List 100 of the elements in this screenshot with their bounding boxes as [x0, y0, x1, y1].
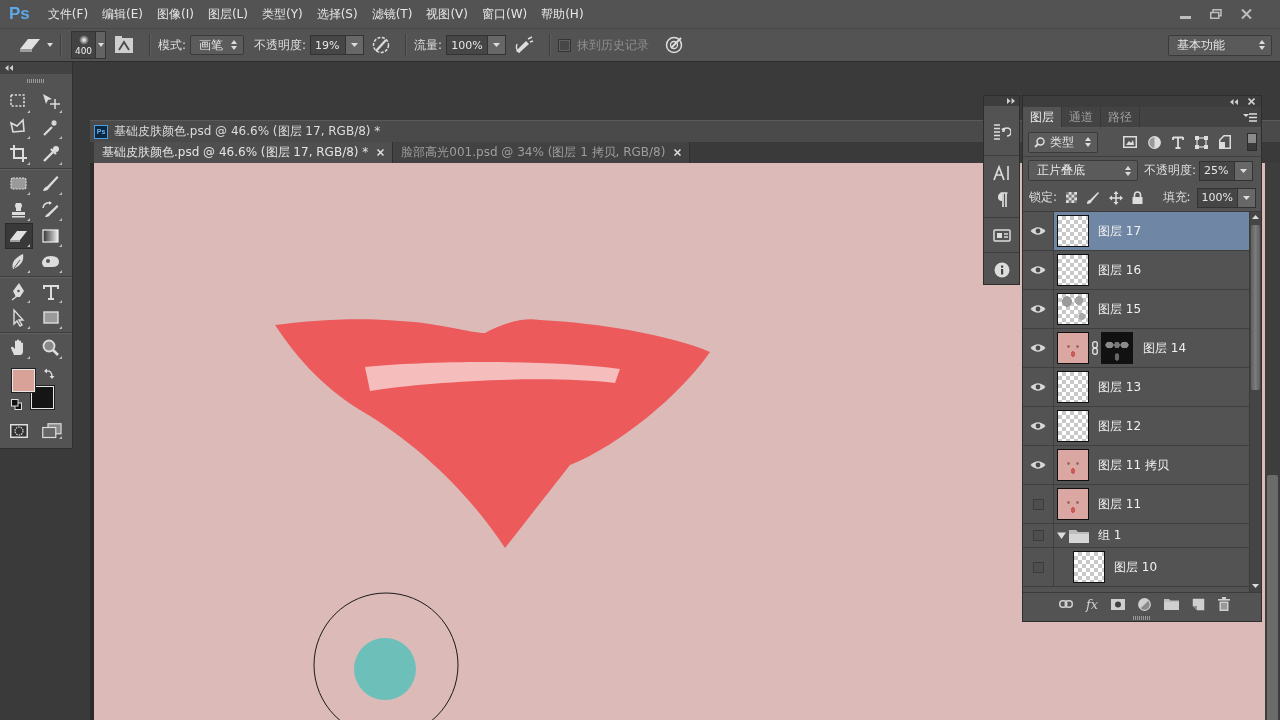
image-filter-icon[interactable] [1123, 136, 1137, 148]
eye-icon[interactable] [1030, 421, 1046, 431]
default-colors-icon[interactable] [11, 399, 22, 410]
layer-row[interactable]: 图层 16 [1054, 251, 1249, 289]
layer-row[interactable]: 图层 17 [1054, 212, 1249, 250]
eye-icon[interactable] [1030, 343, 1046, 353]
menu-item[interactable]: 帮助(H) [541, 5, 584, 23]
caret-icon [492, 43, 500, 47]
opacity-dropdown-button[interactable] [1235, 160, 1254, 181]
lock-brush-icon[interactable] [1086, 190, 1101, 205]
layer-row[interactable]: 图层 13 [1054, 368, 1249, 406]
expand-icon[interactable] [1007, 98, 1015, 104]
menu-item[interactable]: 图像(I) [157, 5, 194, 23]
blend-mode-dropdown[interactable]: 正片叠底 [1028, 160, 1138, 181]
layer-style-button[interactable]: fx [1086, 596, 1099, 612]
properties-icon[interactable] [992, 227, 1011, 243]
adjustment-filter-icon[interactable] [1148, 135, 1161, 149]
swap-arrows-icon[interactable] [44, 368, 55, 379]
filter-toggle-switch[interactable] [1247, 133, 1257, 151]
collapse-icon[interactable] [1230, 98, 1238, 105]
up-arrow-icon[interactable] [1252, 215, 1259, 219]
down-arrow-icon[interactable] [1252, 584, 1259, 588]
eye-icon[interactable] [1030, 265, 1046, 275]
scrollbar-thumb[interactable] [1251, 225, 1260, 390]
search-icon [1034, 136, 1045, 148]
brush-preset-picker[interactable]: 400 [71, 31, 106, 59]
layer-row[interactable]: 图层 14 [1054, 329, 1249, 367]
eraser-icon [19, 37, 41, 53]
caret-icon [1240, 168, 1248, 173]
eye-icon[interactable] [1030, 382, 1046, 392]
close-icon[interactable] [377, 149, 385, 156]
folder-icon[interactable] [1164, 598, 1180, 610]
layer-group-row[interactable]: 组 1 [1054, 524, 1249, 547]
fill-dropdown-button[interactable] [1238, 187, 1256, 208]
screen-mode-icon[interactable] [42, 423, 62, 439]
menu-item[interactable]: 编辑(E) [102, 5, 143, 23]
panel-tab[interactable]: 通道 [1062, 107, 1101, 127]
panel-menu-icon[interactable] [1243, 112, 1257, 122]
lock-move-icon[interactable] [1109, 190, 1124, 205]
menu-item[interactable]: 滤镜(T) [371, 5, 413, 23]
pressure-icon[interactable] [372, 36, 391, 54]
layer-row[interactable]: 图层 12 [1054, 407, 1249, 445]
grip-icon[interactable] [27, 79, 45, 83]
list-arrow-icon[interactable] [992, 123, 1011, 141]
opacity-field[interactable]: 19% [310, 35, 347, 55]
type-filter-icon[interactable] [1172, 135, 1184, 149]
info-icon[interactable] [993, 262, 1010, 278]
collapse-icon[interactable] [5, 65, 13, 71]
layer-row[interactable]: 图层 10 [1054, 548, 1249, 586]
tool-button[interactable] [5, 223, 33, 249]
close-icon[interactable] [1248, 98, 1255, 105]
tool-preset-picker[interactable] [19, 37, 53, 53]
airbrush-icon[interactable] [513, 36, 534, 54]
pilcrow-icon[interactable] [995, 192, 1008, 208]
menu-item[interactable]: 类型(Y) [262, 5, 303, 23]
mode-dropdown[interactable]: 画笔 [190, 35, 245, 55]
panel-tab[interactable]: 路径 [1101, 107, 1140, 127]
eye-icon[interactable] [1030, 226, 1046, 236]
background-swatch-icon[interactable] [31, 386, 54, 409]
menu-item[interactable]: 文件(F) [47, 5, 89, 23]
soft-brush-tip-icon [78, 34, 89, 45]
trash-icon[interactable] [1218, 597, 1231, 611]
character-panel-icon[interactable] [992, 165, 1011, 181]
expand-triangle-icon[interactable] [1057, 531, 1066, 540]
document-tab[interactable]: 脸部高光001.psd @ 34% (图层 1 拷贝, RGB/8) [393, 142, 691, 163]
foreground-swatch-icon[interactable] [12, 369, 35, 392]
eye-icon[interactable] [1030, 304, 1046, 314]
flow-field[interactable]: 100% [446, 35, 488, 55]
eye-icon[interactable] [1030, 460, 1046, 470]
workspace-dropdown[interactable]: 基本功能 [1168, 34, 1272, 56]
opacity-field[interactable]: 25% [1199, 160, 1236, 181]
menu-item[interactable]: 窗口(W) [481, 5, 528, 23]
menu-item[interactable]: 选择(S) [316, 5, 358, 23]
menu-item[interactable]: 视图(V) [426, 5, 468, 23]
layer-row[interactable]: 图层 11 拷贝 [1054, 446, 1249, 484]
document-tab[interactable]: 基础皮肤颜色.psd @ 46.6% (图层 17, RGB/8) * [94, 142, 394, 163]
lock-transparency-icon[interactable] [1066, 192, 1078, 203]
layer-row[interactable]: 图层 15 [1054, 290, 1249, 328]
layer-row[interactable]: 图层 11 [1054, 485, 1249, 523]
quick-mask-icon[interactable] [10, 424, 28, 438]
close-icon[interactable] [1241, 9, 1252, 19]
grip-icon[interactable] [1133, 616, 1151, 620]
scrollbar-thumb[interactable] [1267, 475, 1278, 720]
adjustment-layer-icon[interactable] [1138, 597, 1152, 611]
filter-dropdown[interactable]: 类型 [1028, 131, 1098, 153]
fill-field[interactable]: 100% [1196, 187, 1238, 208]
pressure-icon[interactable] [664, 36, 683, 54]
transform-filter-icon[interactable] [1195, 135, 1208, 149]
panel-tab[interactable]: 图层 [1023, 107, 1062, 127]
new-layer-icon[interactable] [1192, 597, 1206, 611]
menu-item[interactable]: 图层(L) [207, 5, 248, 23]
link-icon[interactable] [1059, 600, 1073, 608]
lock-icon[interactable] [1132, 191, 1144, 204]
restore-icon[interactable] [1210, 9, 1222, 19]
brush-panel-icon[interactable] [114, 36, 134, 54]
opacity-dropdown-button[interactable] [346, 35, 365, 55]
add-mask-icon[interactable] [1111, 598, 1126, 610]
close-icon[interactable] [674, 149, 682, 156]
chain-link-icon[interactable] [1092, 341, 1098, 355]
smart-object-filter-icon[interactable] [1219, 135, 1231, 149]
